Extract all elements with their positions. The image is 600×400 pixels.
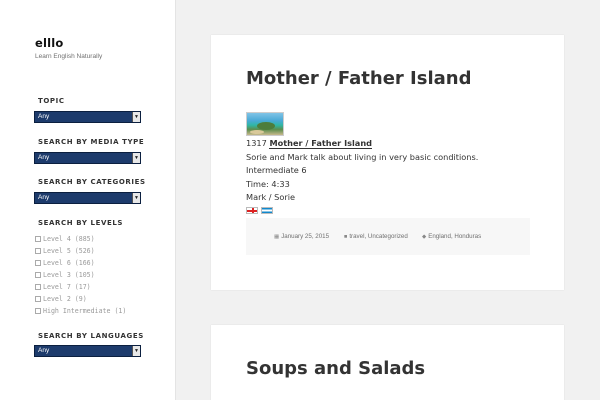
chevron-down-icon: ▼ — [132, 346, 140, 356]
level-checkbox-item[interactable]: High Intermediate (1) — [35, 305, 126, 317]
categories-select-value: Any — [38, 194, 50, 201]
post-date: January 25, 2015 — [281, 233, 330, 240]
post-card: Mother / Father Island 1317 Mother / Fat… — [211, 35, 564, 290]
level-label: Level 2 (9) — [43, 295, 87, 303]
level-checkbox-item[interactable]: Level 6 (166) — [35, 257, 126, 269]
topic-select-value: Any — [38, 113, 50, 120]
chevron-down-icon: ▼ — [132, 193, 140, 203]
level-checkbox-item[interactable]: Level 5 (526) — [35, 245, 126, 257]
site-description: Learn English Naturally — [35, 53, 103, 60]
post-meta: ▦ January 25, 2015 ■ travel, Uncategoriz… — [246, 218, 530, 255]
post-date-meta[interactable]: ▦ January 25, 2015 — [274, 233, 329, 240]
level-label: Level 7 (17) — [43, 283, 91, 291]
level-checkbox-item[interactable]: Level 2 (9) — [35, 293, 126, 305]
post-categories-meta[interactable]: ■ travel, Uncategorized — [344, 233, 408, 240]
england-flag-icon — [246, 207, 258, 214]
level-label: Level 6 (166) — [43, 259, 95, 267]
level-checkbox-item[interactable]: Level 7 (17) — [35, 281, 126, 293]
media-type-select[interactable]: Any ▼ — [34, 152, 141, 164]
chevron-down-icon: ▼ — [132, 112, 140, 122]
folder-icon: ■ — [344, 233, 348, 240]
level-label: Level 5 (526) — [43, 247, 95, 255]
checkbox[interactable] — [35, 260, 41, 266]
checkbox[interactable] — [35, 272, 41, 278]
checkbox[interactable] — [35, 296, 41, 302]
site-title[interactable]: elllo — [35, 36, 64, 50]
tag-icon: ◆ — [422, 233, 427, 240]
post-title[interactable]: Soups and Salads — [246, 358, 425, 379]
categories-select[interactable]: Any ▼ — [34, 192, 141, 204]
topic-widget-title: TOPIC — [38, 97, 65, 105]
level-label: High Intermediate (1) — [43, 307, 127, 315]
post-link[interactable]: Mother / Father Island — [269, 138, 373, 149]
honduras-flag-icon — [261, 207, 273, 214]
flags — [246, 207, 273, 214]
level-label: Level 4 (885) — [43, 235, 95, 243]
post-level: Intermediate 6 — [246, 165, 307, 175]
post-tags: England, Honduras — [428, 233, 482, 240]
calendar-icon: ▦ — [274, 233, 280, 240]
level-checkbox-item[interactable]: Level 4 (885) — [35, 233, 126, 245]
checkbox[interactable] — [35, 236, 41, 242]
levels-list: Level 4 (885) Level 5 (526) Level 6 (166… — [35, 233, 126, 317]
sidebar: elllo Learn English Naturally TOPIC Any … — [0, 0, 176, 400]
post-thumbnail[interactable] — [246, 112, 284, 136]
post-card: Soups and Salads — [211, 325, 564, 400]
media-type-select-value: Any — [38, 154, 50, 161]
media-widget-title: SEARCH BY MEDIA TYPE — [38, 138, 145, 146]
post-summary: Sorie and Mark talk about living in very… — [246, 152, 479, 162]
post-speakers: Mark / Sorie — [246, 192, 296, 202]
topic-select[interactable]: Any ▼ — [34, 111, 141, 123]
post-categories: travel, Uncategorized — [349, 233, 408, 240]
level-label: Level 3 (105) — [43, 271, 95, 279]
languages-widget-title: SEARCH BY LANGUAGES — [38, 332, 144, 340]
checkbox[interactable] — [35, 308, 41, 314]
chevron-down-icon: ▼ — [132, 153, 140, 163]
post-number: 1317 — [246, 138, 267, 148]
levels-widget-title: SEARCH BY LEVELS — [38, 219, 124, 227]
post-title[interactable]: Mother / Father Island — [246, 68, 471, 89]
languages-select-value: Any — [38, 347, 50, 354]
languages-select[interactable]: Any ▼ — [34, 345, 141, 357]
post-tags-meta[interactable]: ◆ England, Honduras — [422, 233, 481, 240]
island-shape — [257, 122, 275, 130]
categories-widget-title: SEARCH BY CATEGORIES — [38, 178, 146, 186]
level-checkbox-item[interactable]: Level 3 (105) — [35, 269, 126, 281]
sand-shape — [250, 130, 264, 134]
post-time: Time: 4:33 — [246, 179, 290, 189]
checkbox[interactable] — [35, 248, 41, 254]
post-number-line: 1317 Mother / Father Island — [246, 138, 373, 149]
checkbox[interactable] — [35, 284, 41, 290]
